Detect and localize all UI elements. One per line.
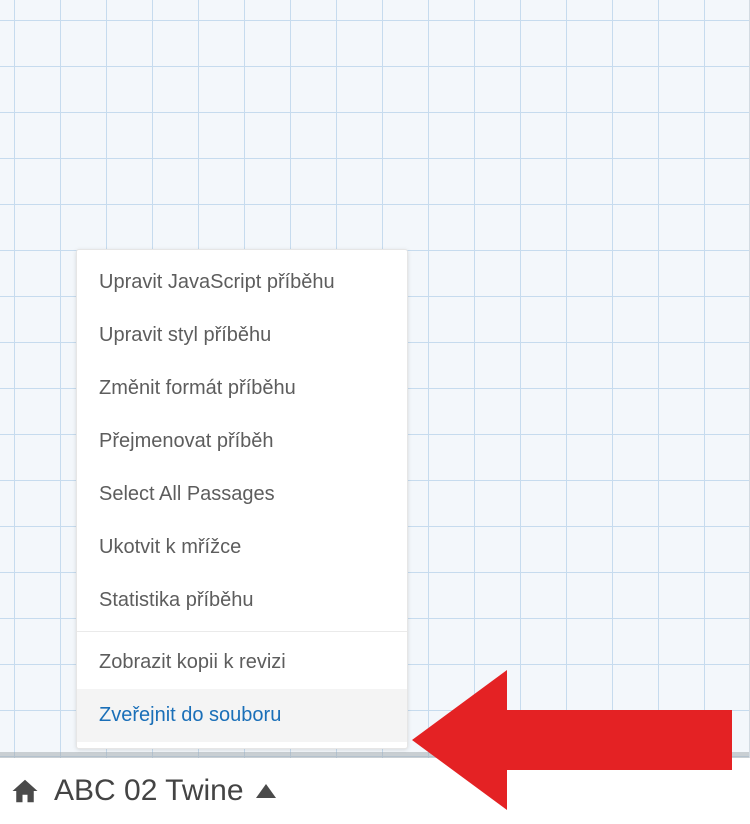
menu-item-snap-to-grid[interactable]: Ukotvit k mřížce bbox=[77, 521, 407, 574]
menu-item-change-format[interactable]: Změnit formát příběhu bbox=[77, 362, 407, 415]
menu-item-edit-javascript[interactable]: Upravit JavaScript příběhu bbox=[77, 256, 407, 309]
story-menu: Upravit JavaScript příběhu Upravit styl … bbox=[76, 249, 408, 749]
menu-item-select-all-passages[interactable]: Select All Passages bbox=[77, 468, 407, 521]
home-icon[interactable] bbox=[10, 776, 40, 806]
menu-item-story-statistics[interactable]: Statistika příběhu bbox=[77, 574, 407, 627]
menu-item-view-proofing-copy[interactable]: Zobrazit kopii k revizi bbox=[77, 636, 407, 689]
menu-divider bbox=[77, 631, 407, 632]
bottom-toolbar: ABC 02 Twine bbox=[0, 758, 750, 824]
menu-item-publish-to-file[interactable]: Zveřejnit do souboru bbox=[77, 689, 407, 742]
menu-item-rename-story[interactable]: Přejmenovat příběh bbox=[77, 415, 407, 468]
menu-item-edit-stylesheet[interactable]: Upravit styl příběhu bbox=[77, 309, 407, 362]
caret-up-icon[interactable] bbox=[256, 784, 276, 798]
story-title-button[interactable]: ABC 02 Twine bbox=[54, 774, 244, 808]
